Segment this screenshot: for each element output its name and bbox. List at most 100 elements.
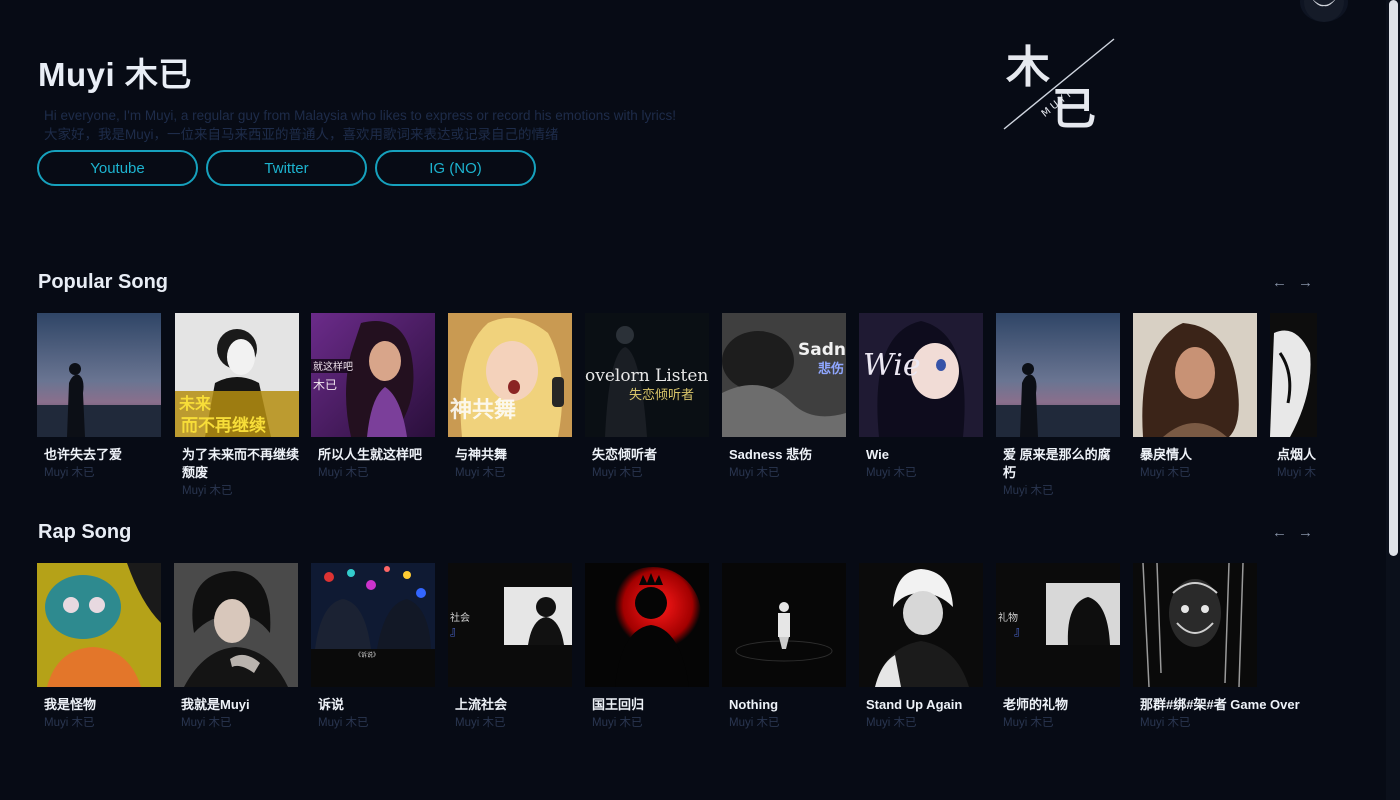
song-cover[interactable]: ovelorn Listene 失恋倾听者 xyxy=(585,313,709,437)
song-cover[interactable] xyxy=(1133,313,1257,437)
song-card[interactable]: 那群#绑#架#者 Game Over Muyi 木已 xyxy=(1133,563,1300,732)
song-card[interactable]: 爱 原来是那么的腐朽 Muyi 木已 xyxy=(996,313,1121,500)
song-title[interactable]: 爱 原来是那么的腐朽 xyxy=(1003,446,1123,482)
artist-bio: Hi everyone, I'm Muyi, a regular guy fro… xyxy=(44,106,798,144)
svg-text:木已: 木已 xyxy=(313,378,337,392)
svg-text:Sadn: Sadn xyxy=(798,340,846,360)
song-cover[interactable]: 未来 而不再继续 xyxy=(175,313,299,437)
song-title[interactable]: Nothing xyxy=(729,696,849,714)
rap-carousel-controls: ← → xyxy=(1272,524,1313,541)
song-artist: Muyi 木已 xyxy=(866,467,917,479)
song-card[interactable]: 就这样吧 木已 所以人生就这样吧 Muyi 木已 xyxy=(311,313,436,482)
song-title[interactable]: 为了未来而不再继续颓废 xyxy=(182,446,302,482)
popular-prev-arrow-icon[interactable]: ← xyxy=(1272,274,1287,291)
song-title[interactable]: 诉说 xyxy=(318,696,438,714)
svg-text:失恋倾听者: 失恋倾听者 xyxy=(629,387,694,403)
song-title[interactable]: 那群#绑#架#者 Game Over xyxy=(1140,696,1300,714)
svg-text:ovelorn Listene: ovelorn Listene xyxy=(585,366,709,386)
bio-english: Hi everyone, I'm Muyi, a regular guy fro… xyxy=(44,108,677,123)
song-card[interactable]: 点烟人 Muyi 木已 xyxy=(1270,313,1317,482)
song-card[interactable]: 国王回归 Muyi 木已 xyxy=(585,563,710,732)
song-card[interactable]: 社会 』 上流社会 Muyi 木已 xyxy=(448,563,573,732)
svg-text:神共舞: 神共舞 xyxy=(450,397,516,423)
song-card[interactable]: 我是怪物 Muyi 木已 xyxy=(37,563,162,732)
scrollbar-thumb[interactable] xyxy=(1389,0,1398,556)
song-card[interactable]: Stand Up Again Muyi 木已 xyxy=(859,563,984,732)
song-card[interactable]: 暴戾情人 Muyi 木已 xyxy=(1133,313,1258,482)
song-card[interactable]: Wie Wie Muyi 木已 xyxy=(859,313,984,482)
song-card[interactable]: 也许失去了爱 Muyi 木已 xyxy=(37,313,162,482)
instagram-button[interactable]: IG (NO) xyxy=(375,150,536,186)
popular-carousel-controls: ← → xyxy=(1272,274,1313,291)
song-title[interactable]: Wie xyxy=(866,446,986,464)
song-card[interactable]: 礼物 』 老师的礼物 Muyi 木已 xyxy=(996,563,1121,732)
popular-next-arrow-icon[interactable]: → xyxy=(1298,274,1313,291)
song-artist: Muyi 木已 xyxy=(592,467,643,479)
song-title[interactable]: 所以人生就这样吧 xyxy=(318,446,438,464)
twitter-button[interactable]: Twitter xyxy=(206,150,367,186)
svg-text:礼物: 礼物 xyxy=(998,611,1018,624)
song-title[interactable]: 我就是Muyi xyxy=(181,696,301,714)
song-artist: Muyi 木已 xyxy=(181,717,232,729)
song-title[interactable]: 点烟人 xyxy=(1277,446,1317,464)
avatar[interactable] xyxy=(1300,0,1348,22)
artist-name: Muyi 木已 xyxy=(38,56,192,93)
song-card[interactable]: ovelorn Listene 失恋倾听者 失恋倾听者 Muyi 木已 xyxy=(585,313,710,482)
popular-song-row: 也许失去了爱 Muyi 木已 未来 而不再继续 为了未来而不再继续颓废 Muyi… xyxy=(37,313,1317,513)
song-cover[interactable] xyxy=(585,563,709,687)
svg-text:悲伤: 悲伤 xyxy=(818,361,844,377)
song-cover[interactable] xyxy=(1133,563,1257,687)
song-cover[interactable] xyxy=(174,563,298,687)
song-artist: Muyi 木已 xyxy=(1140,467,1191,479)
song-cover[interactable] xyxy=(996,313,1120,437)
song-artist: Muyi 木已 xyxy=(1003,717,1054,729)
song-card[interactable]: 神共舞 与神共舞 Muyi 木已 xyxy=(448,313,573,482)
song-title[interactable]: 也许失去了爱 xyxy=(44,446,164,464)
song-artist: Muyi 木已 xyxy=(1140,717,1191,729)
song-cover[interactable]: 神共舞 xyxy=(448,313,572,437)
svg-text:《诉说》: 《诉说》 xyxy=(355,651,379,659)
song-cover[interactable] xyxy=(1270,313,1317,437)
song-card[interactable]: Nothing Muyi 木已 xyxy=(722,563,847,732)
song-title[interactable]: Stand Up Again xyxy=(866,696,986,714)
song-title[interactable]: Sadness 悲伤 xyxy=(729,446,849,464)
song-artist: Muyi 木已 xyxy=(318,467,369,479)
song-title[interactable]: 我是怪物 xyxy=(44,696,164,714)
song-title[interactable]: 暴戾情人 xyxy=(1140,446,1260,464)
song-cover[interactable] xyxy=(859,563,983,687)
song-artist: Muyi 木已 xyxy=(455,467,506,479)
svg-text:就这样吧: 就这样吧 xyxy=(313,360,353,373)
song-card[interactable]: 《诉说》 诉说 Muyi 木已 xyxy=(311,563,436,732)
svg-text:未来: 未来 xyxy=(178,394,212,413)
song-cover[interactable]: Sadn 悲伤 xyxy=(722,313,846,437)
song-artist: Muyi 木已 xyxy=(592,717,643,729)
song-artist: Muyi 木已 xyxy=(44,717,95,729)
popular-section-title: Popular Song xyxy=(38,271,168,293)
song-cover[interactable]: 《诉说》 xyxy=(311,563,435,687)
song-artist: Muyi 木已 xyxy=(455,717,506,729)
rap-prev-arrow-icon[interactable]: ← xyxy=(1272,524,1287,541)
rap-next-arrow-icon[interactable]: → xyxy=(1298,524,1313,541)
song-artist: Muyi 木已 xyxy=(1003,485,1054,497)
song-title[interactable]: 上流社会 xyxy=(455,696,575,714)
song-cover[interactable]: Wie xyxy=(859,313,983,437)
song-cover[interactable]: 社会 』 xyxy=(448,563,572,687)
svg-text:社会: 社会 xyxy=(450,611,470,624)
song-cover[interactable]: 礼物 』 xyxy=(996,563,1120,687)
song-cover[interactable]: 就这样吧 木已 xyxy=(311,313,435,437)
song-title[interactable]: 老师的礼物 xyxy=(1003,696,1123,714)
song-cover[interactable] xyxy=(37,313,161,437)
song-cover[interactable] xyxy=(37,563,161,687)
song-artist: Muyi 木已 xyxy=(318,717,369,729)
song-card[interactable]: 我就是Muyi Muyi 木已 xyxy=(174,563,299,732)
song-cover[interactable] xyxy=(722,563,846,687)
song-card[interactable]: Sadn 悲伤 Sadness 悲伤 Muyi 木已 xyxy=(722,313,847,482)
youtube-button[interactable]: Youtube xyxy=(37,150,198,186)
song-title[interactable]: 与神共舞 xyxy=(455,446,575,464)
song-card[interactable]: 未来 而不再继续 为了未来而不再继续颓废 Muyi 木已 xyxy=(175,313,300,500)
song-title[interactable]: 失恋倾听者 xyxy=(592,446,712,464)
rap-section-title: Rap Song xyxy=(38,521,132,543)
rap-song-row: 我是怪物 Muyi 木已 我就是Muyi Muyi 木已 《诉说》 诉说 Muy… xyxy=(37,563,1317,763)
song-title[interactable]: 国王回归 xyxy=(592,696,712,714)
muyi-logo: 木 已 MUYI xyxy=(1000,36,1118,135)
